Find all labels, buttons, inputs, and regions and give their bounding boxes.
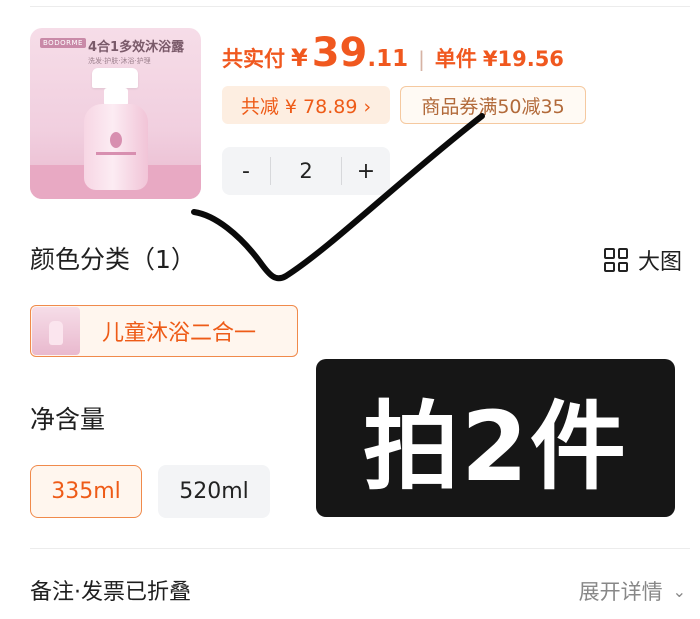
big-picture-label: 大图 <box>638 250 683 275</box>
volume-option-520ml[interactable]: 520ml <box>158 465 270 518</box>
variant-label: 儿童沐浴二合一 <box>102 321 257 346</box>
price-integer: 39 <box>311 30 368 76</box>
buy-two-overlay: 拍2件 <box>316 359 675 517</box>
quantity-decrease-button[interactable]: - <box>222 159 270 184</box>
total-discount-tag[interactable]: 共减 ¥ 78.89 › <box>222 86 390 124</box>
chevron-down-icon: ⌄ <box>672 581 686 601</box>
top-divider <box>30 6 690 7</box>
product-brand-badge: BODORME <box>40 38 86 48</box>
price-row: 共实付 ¥ 39 .11 | 单件 ¥19.56 <box>222 30 564 80</box>
bottle-label <box>96 152 136 155</box>
bottle-logo <box>110 132 122 148</box>
grid-icon <box>604 248 628 272</box>
coupon-tag[interactable]: 商品券满50减35 <box>400 86 586 124</box>
product-image[interactable]: BODORME 4合1多效沐浴露 洗发·护肤·沐浴·护理 <box>30 28 201 199</box>
price-currency: ¥ <box>291 44 308 72</box>
price-separator: | <box>418 47 425 71</box>
quantity-value[interactable]: 2 <box>270 157 342 185</box>
unit-price-label: 单件 <box>434 47 477 71</box>
net-volume-title: 净含量 <box>30 405 106 434</box>
quantity-stepper: - 2 + <box>222 147 390 195</box>
product-image-subtitle: 洗发·护肤·沐浴·护理 <box>88 57 151 65</box>
unit-price-value: ¥19.56 <box>482 47 564 71</box>
product-image-title: 4合1多效沐浴露 <box>88 40 185 55</box>
remark-invoice-label: 备注·发票已折叠 <box>30 580 191 605</box>
expand-details-button[interactable]: 展开详情 ⌄ <box>579 576 686 606</box>
total-paid-label: 共实付 <box>222 47 285 71</box>
price-decimal: .11 <box>367 46 409 72</box>
big-picture-toggle[interactable]: 大图 <box>604 244 682 276</box>
color-category-title: 颜色分类（1） <box>30 245 196 274</box>
volume-option-335ml[interactable]: 335ml <box>30 465 142 518</box>
expand-details-label: 展开详情 <box>578 580 663 604</box>
footer-divider <box>30 548 690 549</box>
variant-thumbnail <box>32 307 80 355</box>
color-variant-option[interactable]: 儿童沐浴二合一 <box>30 305 298 357</box>
quantity-increase-button[interactable]: + <box>342 159 390 184</box>
bottle-pump <box>92 68 138 88</box>
